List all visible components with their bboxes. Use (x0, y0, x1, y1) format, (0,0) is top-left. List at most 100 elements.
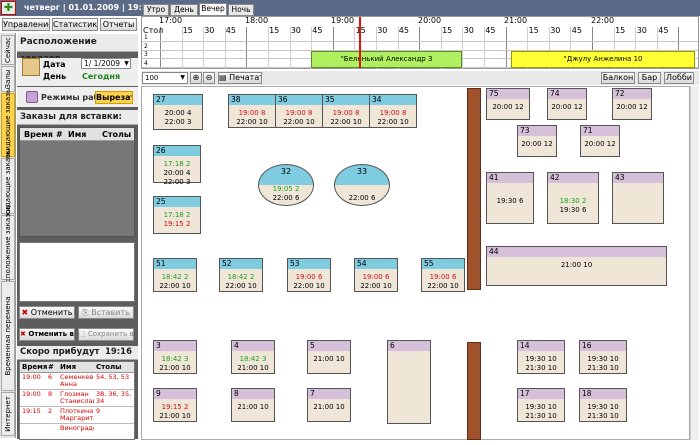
save-all-button[interactable]: ⬚ Сохранить все (78, 328, 134, 341)
table-72[interactable]: 72 20:00 12 (612, 88, 652, 120)
chevron-down-icon[interactable]: ▼ (123, 59, 130, 68)
table-53[interactable]: 53 19:00 6 22:00 10 (287, 258, 331, 292)
table-27[interactable]: 27 20:00 4 22:00 3 (153, 94, 203, 130)
paste-button[interactable]: ⎘ Вставить (78, 306, 134, 319)
zoom-out-icon[interactable]: ⊖ (203, 72, 215, 84)
cut-button[interactable]: Вырезать (95, 91, 133, 104)
reports-button[interactable]: Отчеты (100, 18, 137, 31)
timeline-row[interactable]: 1 (142, 34, 698, 42)
tab-temporary-change[interactable]: Временная перемена (1, 281, 15, 391)
table-5[interactable]: 5 21:00 10 (307, 340, 351, 374)
table-18[interactable]: 18 19:30 10 21:30 10 (579, 388, 627, 422)
table-number: 14 (518, 341, 564, 351)
calendar-icon (22, 58, 40, 76)
table-52[interactable]: 52 18:42 2 22:00 10 (219, 258, 263, 292)
tab-waiting-orders[interactable]: Ожидающие заказы (1, 88, 15, 162)
table-33[interactable]: 33 22:00 6 (334, 164, 390, 206)
table-25[interactable]: 25 17:18 2 19:15 2 (153, 196, 201, 234)
app-icon[interactable]: ✚ (1, 1, 16, 15)
table-8[interactable]: 8 21:00 10 (231, 388, 275, 422)
tab-morning[interactable]: Утро (143, 4, 169, 16)
hour-label: 22:00 (591, 16, 615, 25)
table-3[interactable]: 3 18:42 3 21:00 10 (153, 340, 197, 374)
manage-button[interactable]: Управление (2, 18, 50, 31)
bar-button[interactable]: Бар (638, 72, 661, 84)
timeline-row-number: 4 (144, 59, 148, 67)
table-73[interactable]: 73 20:00 12 (517, 125, 557, 157)
zoom-select[interactable]: 100 ▼ (142, 72, 188, 84)
table-booking: 21:00 10 (237, 364, 269, 372)
hour-label: 18:00 (245, 16, 269, 25)
tab-day[interactable]: День (170, 4, 198, 16)
table-42[interactable]: 42 18:30 2 19:30 6 (547, 172, 599, 224)
reservation-bar[interactable]: "Джулу Анжелина 10 (511, 51, 695, 68)
table-7[interactable]: 7 21:00 10 (307, 388, 351, 422)
reservation-bar[interactable]: "Беленький Александр 3 (311, 51, 462, 68)
hour-label: 17:00 (159, 16, 183, 25)
table-booking: 18:42 3 (239, 355, 267, 363)
table-booking: 22:00 10 (236, 118, 268, 126)
table-booking: 19:00 8 (332, 109, 360, 117)
table-booking: 21:00 10 (313, 355, 345, 363)
table-booking: 21:30 10 (587, 364, 619, 372)
tab-internet[interactable]: Интернет (1, 392, 15, 436)
timeline-row[interactable]: 2 (142, 43, 698, 51)
timeline-row-number: 2 (144, 42, 148, 50)
order-notes-area[interactable] (19, 242, 135, 302)
soon-row[interactable]: 19:00 8 Глозман Станислав 38, 36, 35, 34 (20, 390, 134, 407)
table-55[interactable]: 55 19:00 6 22:00 10 (421, 258, 465, 292)
table-34[interactable]: 34 19:00 8 22:00 10 (369, 94, 417, 128)
statistics-button[interactable]: Статистика (52, 18, 98, 31)
table-14[interactable]: 14 19:30 10 21:30 10 (517, 340, 565, 374)
floor-scrollbar[interactable] (690, 86, 699, 440)
cancel-button[interactable]: ✖ Отменить (19, 306, 75, 319)
table-booking: 21:00 10 (237, 403, 269, 411)
table-41[interactable]: 41 19:30 6 (486, 172, 534, 224)
table-booking: 22:00 10 (377, 118, 409, 126)
table-number: 55 (422, 259, 464, 269)
tab-now[interactable]: Сейчас (1, 35, 15, 65)
table-74[interactable]: 74 20:00 12 (547, 88, 587, 120)
soon-row[interactable]: Виноградов (20, 424, 134, 439)
table-32[interactable]: 32 19:05 2 22:00 6 (258, 164, 314, 206)
table-6[interactable]: 6 (387, 340, 431, 424)
table-number: 18 (580, 389, 626, 399)
tab-night[interactable]: Ночь (228, 4, 254, 16)
soon-cell-name: Плоткина Маргарита (60, 408, 94, 422)
soon-cell-num: 6 (48, 374, 53, 381)
table-71[interactable]: 71 20:00 12 (580, 125, 620, 157)
table-38[interactable]: 38 19:00 8 22:00 10 (228, 94, 276, 128)
table-35[interactable]: 35 19:00 8 22:00 10 (322, 94, 370, 128)
table-9[interactable]: 9 19:15 2 21:00 10 (153, 388, 197, 422)
soon-arriving-table: Время # Имя Столы 19:00 6 Семенкевич Анна5… (19, 361, 135, 440)
tab-order-layout[interactable]: Расположение заказов (1, 205, 15, 290)
table-44[interactable]: 44 21:00 10 (486, 246, 667, 286)
timeline-ruler: Стол153045153045153045153045153045153045 (142, 26, 698, 35)
table-16[interactable]: 16 19:30 10 21:30 10 (579, 340, 627, 374)
table-17[interactable]: 17 19:30 10 21:30 10 (517, 388, 565, 422)
table-booking: 20:00 12 (616, 103, 648, 111)
table-booking: 22:00 10 (159, 282, 191, 290)
table-36[interactable]: 36 19:00 8 22:00 10 (275, 94, 323, 128)
table-43[interactable]: 43 (612, 172, 664, 224)
table-booking: 17:18 2 (163, 211, 191, 219)
table-75[interactable]: 75 20:00 12 (486, 88, 530, 120)
table-number: 3 (154, 341, 196, 351)
table-54[interactable]: 54 19:00 6 22:00 10 (354, 258, 398, 292)
tab-evening[interactable]: Вечер (199, 3, 227, 16)
zoom-in-icon[interactable]: ⊕ (190, 72, 202, 84)
table-26[interactable]: 26 17:18 2 20:00 4 22:00 3 (153, 145, 201, 186)
balcony-button[interactable]: Балкон (601, 72, 635, 84)
table-number: 16 (580, 341, 626, 351)
title-bar: ✚ четверг | 01.01.2009 | 19:16 (0, 0, 700, 16)
table-booking: 20:00 12 (521, 140, 553, 148)
print-button[interactable]: ▤ Печатать (218, 72, 262, 84)
soon-row[interactable]: 19:15 2 Плоткина Маргарита 9 (20, 407, 134, 424)
table-4[interactable]: 4 18:42 3 21:00 10 (231, 340, 275, 374)
table-booking: 21:30 10 (587, 412, 619, 420)
table-51[interactable]: 51 18:42 2 22:00 10 (153, 258, 197, 292)
soon-row[interactable]: 19:00 6 Семенкевич Анна54, 53, 53 (20, 373, 134, 390)
cancel-all-button[interactable]: ✖ Отменить все (19, 328, 75, 341)
table-booking: 22:00 10 (360, 282, 392, 290)
lobby-button[interactable]: Лобби (664, 72, 694, 84)
